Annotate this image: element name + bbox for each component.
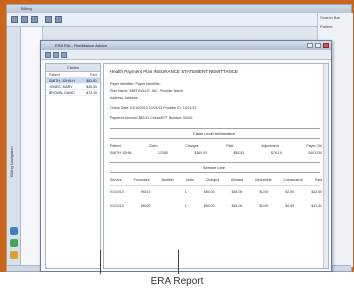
claim-columns: Patient Claim Charges Paid Adjustment Pa…	[110, 144, 322, 148]
divider	[110, 185, 320, 186]
era-window-title: ERA File - Remittance Advice	[41, 41, 331, 50]
callout-line-left	[100, 250, 101, 274]
service-col: Deductible	[255, 178, 272, 182]
window-controls	[307, 43, 329, 48]
billing-navigation-label: Billing Navigation	[9, 146, 14, 177]
divider	[110, 162, 320, 163]
divider	[110, 128, 320, 129]
service-col: Modifier	[161, 178, 174, 182]
service-val: 1	[184, 204, 187, 208]
claim-val: SMITH JOHN	[110, 151, 132, 155]
era-toolbar	[41, 50, 331, 60]
claim-section-title: Claim Level Information	[192, 131, 236, 136]
payments-icon[interactable]	[10, 239, 18, 247]
report-scrollbar[interactable]	[323, 64, 328, 268]
report-header-line: Address: Address:	[110, 96, 139, 100]
print-report-icon[interactable]	[45, 52, 51, 58]
claim-col: Charges	[185, 144, 199, 148]
column-paid[interactable]: Paid	[90, 72, 97, 77]
zoom-icon[interactable]	[61, 52, 67, 58]
claim-val: $83.81	[233, 151, 245, 155]
service-val: $45.00	[231, 190, 243, 194]
list-item-name: BROWN, DAVID	[49, 91, 75, 95]
service-val: $0.00	[259, 190, 269, 194]
right-panel-search[interactable]: Search Bar	[318, 13, 353, 22]
service-col: Charged	[205, 178, 220, 182]
report-title: Health Payment Plan INSURANCE STATEMENT …	[110, 69, 238, 74]
billing-navigation: Billing Navigation	[7, 27, 21, 267]
service-val: 85025	[140, 204, 151, 208]
claims-list-header: Claims	[46, 64, 100, 72]
report-header-line: Check Date: 01/10/2013 10/21/13 Provider…	[110, 106, 197, 110]
minimize-icon[interactable]	[307, 43, 313, 48]
service-val: 01/10/13	[110, 204, 124, 208]
right-panel-patient[interactable]: Patient	[318, 22, 353, 31]
service-col: Service	[110, 178, 122, 182]
close-icon[interactable]	[323, 43, 329, 48]
callout-line-right	[178, 250, 179, 274]
maximize-icon[interactable]	[315, 43, 321, 48]
claim-val: 0001234	[308, 151, 322, 155]
service-val: $0.00	[259, 204, 269, 208]
open-icon[interactable]	[21, 16, 28, 23]
refresh-icon[interactable]	[55, 16, 62, 23]
list-item[interactable]: BROWN, DAVID $72.15	[46, 90, 100, 96]
new-icon[interactable]	[11, 16, 18, 23]
era-report-document: Health Payment Plan INSURANCE STATEMENT …	[103, 63, 329, 269]
export-icon[interactable]	[53, 52, 59, 58]
report-header-line: Payer Identifier: Payee Identifier:	[110, 82, 161, 86]
list-item-amount: $72.15	[86, 91, 97, 95]
claim-values: SMITH JOHN 12345 $160.00 $83.81 $76.19 0…	[110, 151, 322, 155]
service-val: $2.50	[285, 190, 295, 194]
service-val: $44.00	[231, 204, 243, 208]
print-icon[interactable]	[45, 16, 52, 23]
service-col: Units	[185, 178, 194, 182]
app-title-bar: Billing	[7, 5, 351, 13]
claim-col: Adjustment	[261, 144, 279, 148]
report-header-line: Plan Name: SMITHVILLE, INC. Provider Nam…	[110, 89, 183, 93]
save-icon[interactable]	[31, 16, 38, 23]
main-toolbar	[7, 13, 351, 27]
report-header-line: Payment Amount: $83.81 Check/EFT Number:…	[110, 116, 193, 120]
claim-col: Payer Ctrl	[306, 144, 322, 148]
service-row: 01/10/13 99213 1 $80.00 $45.00 $0.00 $2.…	[110, 190, 322, 194]
service-col: Procedure	[133, 178, 150, 182]
service-val: $2.69	[285, 204, 295, 208]
service-col: Coinsurance	[283, 178, 304, 182]
service-val: $41.31	[311, 204, 322, 208]
service-val: $42.50	[311, 190, 322, 194]
service-columns: Service Procedure Modifier Units Charged…	[110, 178, 322, 182]
era-report-window: ERA File - Remittance Advice Claims Pati…	[40, 40, 332, 272]
list-item-name: JONES, MARY	[49, 85, 73, 89]
claim-col: Paid	[226, 144, 234, 148]
service-val: 1	[184, 190, 187, 194]
service-val: $80.00	[203, 190, 215, 194]
claim-col: Claim	[148, 144, 158, 148]
claims-icon[interactable]	[10, 227, 18, 235]
claim-val: $160.00	[194, 151, 208, 155]
claim-col: Patient	[110, 144, 121, 148]
service-val: $80.00	[203, 204, 215, 208]
service-col: Paid	[314, 178, 322, 182]
era-report-caption: ERA Report	[150, 276, 204, 287]
service-val: 01/10/13	[110, 190, 124, 194]
service-val: 99213	[140, 190, 151, 194]
service-col: Allowed	[230, 178, 244, 182]
service-section-title: Service Line	[202, 165, 225, 170]
list-item-amount: $83.81	[86, 79, 97, 83]
divider	[110, 138, 320, 139]
claims-list: Claims Patient Paid SMITH, JOHN H $83.81…	[45, 63, 101, 269]
column-patient[interactable]: Patient	[49, 72, 60, 77]
reports-icon[interactable]	[10, 251, 18, 259]
claim-val: $76.19	[271, 151, 282, 155]
list-item-amount: $45.00	[86, 85, 97, 89]
divider	[110, 172, 320, 173]
list-item-name: SMITH, JOHN H	[49, 79, 75, 83]
service-row: 01/10/13 85025 1 $80.00 $44.00 $0.00 $2.…	[110, 204, 322, 208]
claim-val: 12345	[158, 151, 168, 155]
